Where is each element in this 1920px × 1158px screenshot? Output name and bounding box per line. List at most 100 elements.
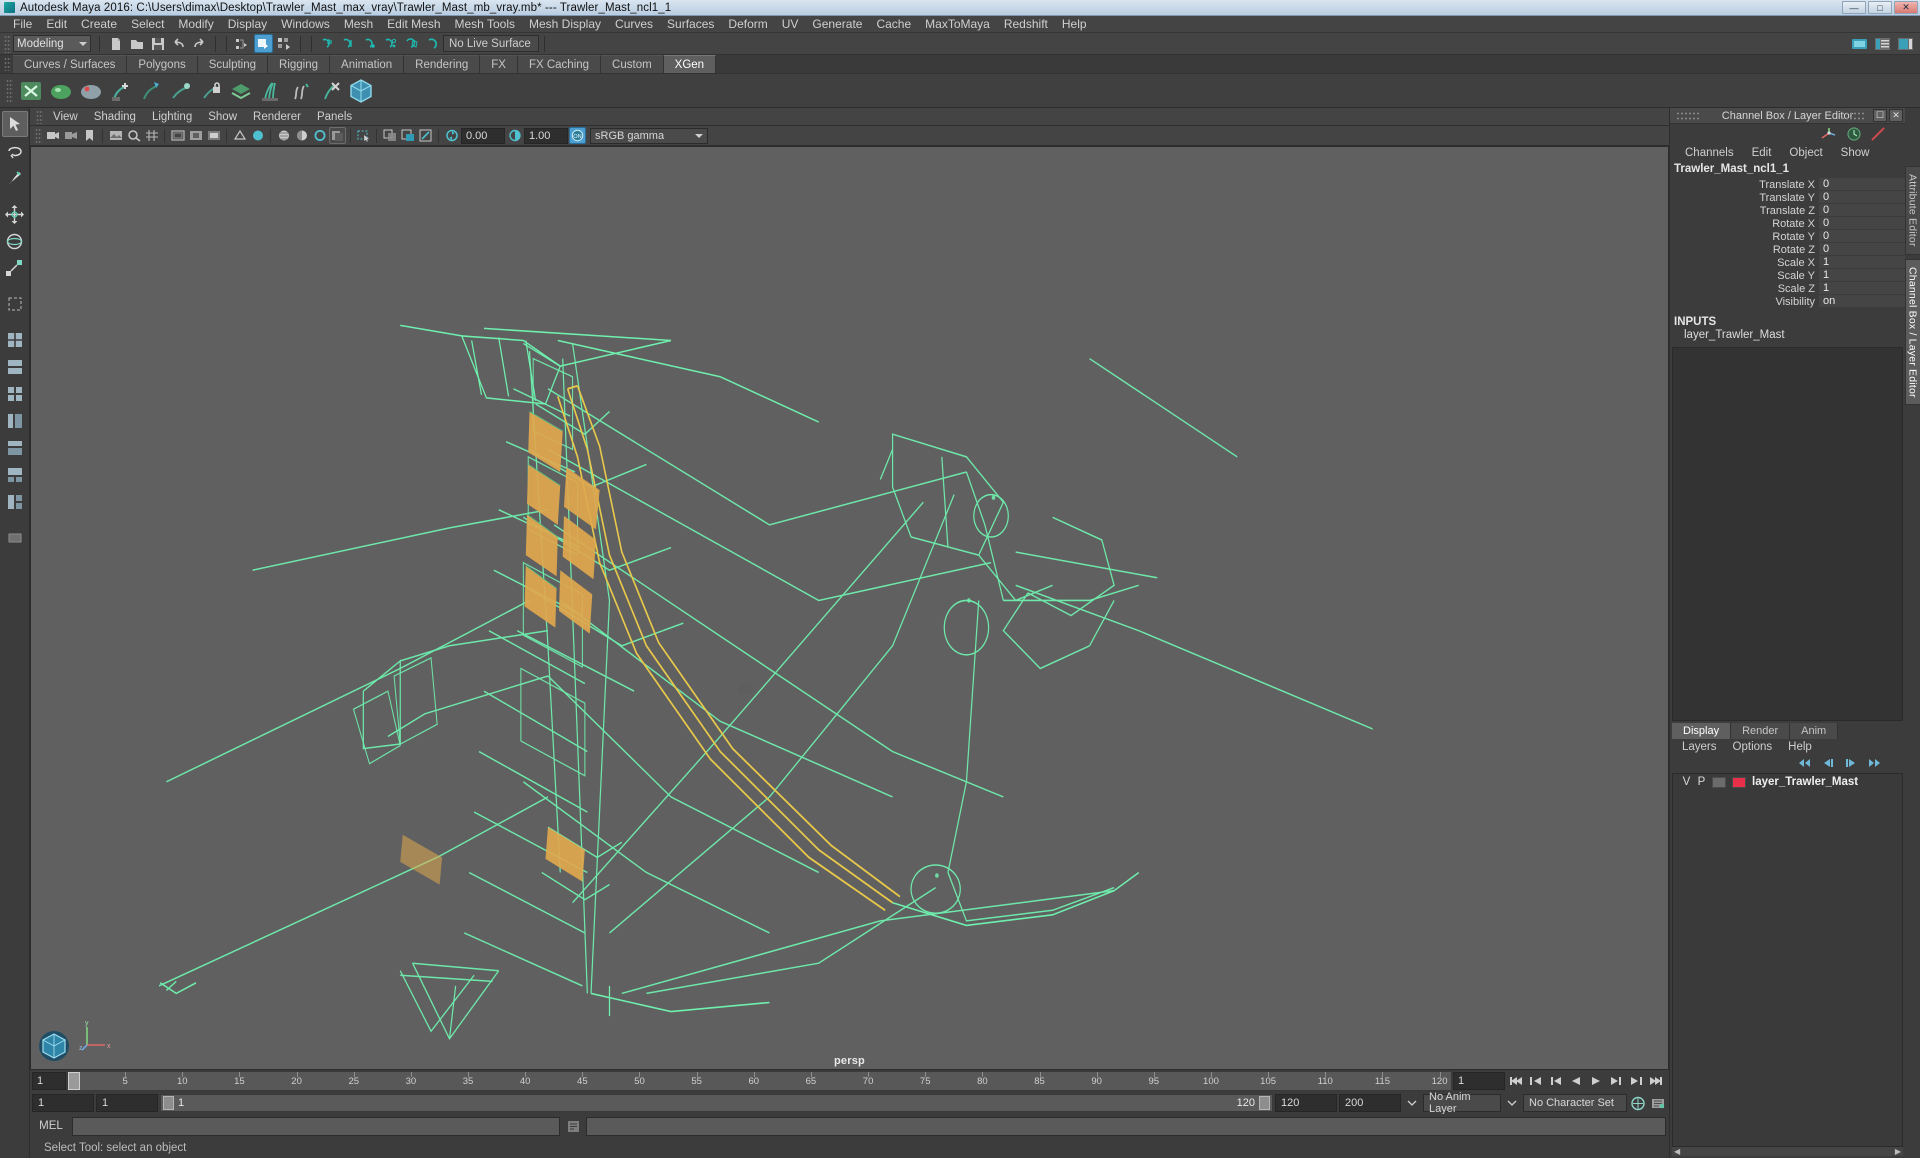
channel-value[interactable]: 0 xyxy=(1819,178,1905,191)
layout-two-pane-icon[interactable] xyxy=(2,354,28,380)
two-d-pan-zoom-icon[interactable] xyxy=(125,127,142,144)
cb-menu-channels[interactable]: Channels xyxy=(1676,147,1743,159)
play-backwards-button[interactable] xyxy=(1567,1072,1585,1090)
channel-row[interactable]: Scale Z 1 xyxy=(1670,282,1905,295)
undo-button[interactable] xyxy=(169,34,188,53)
xray-icon[interactable] xyxy=(381,127,398,144)
time-slider-start-field[interactable]: 1 xyxy=(32,1072,66,1090)
xgen-sculpt-icon[interactable] xyxy=(167,77,195,105)
xgen-description-icon[interactable] xyxy=(17,77,45,105)
gamma-icon[interactable] xyxy=(506,127,523,144)
command-help-icon[interactable] xyxy=(563,1117,583,1136)
film-gate-icon[interactable] xyxy=(169,127,186,144)
viewport-toolbar-grip[interactable] xyxy=(35,128,42,143)
menu-edit[interactable]: Edit xyxy=(39,16,74,33)
open-scene-button[interactable] xyxy=(127,34,146,53)
current-frame-field[interactable]: 1 xyxy=(1453,1072,1505,1090)
layout-single-pane-icon[interactable] xyxy=(2,327,28,353)
channel-value[interactable]: 0 xyxy=(1819,217,1905,230)
side-tab-channel-box[interactable]: Channel Box / Layer Editor xyxy=(1904,258,1920,406)
shelf-tab-xgen[interactable]: XGen xyxy=(663,55,717,73)
select-camera-icon[interactable] xyxy=(45,127,62,144)
script-language-label[interactable]: MEL xyxy=(33,1120,69,1132)
character-set-selector[interactable]: No Character Set xyxy=(1523,1094,1627,1112)
xgen-groom-layers-icon[interactable] xyxy=(227,77,255,105)
bookmark-icon[interactable] xyxy=(81,127,98,144)
make-live-icon[interactable] xyxy=(423,34,442,53)
menu-maxtomaya[interactable]: MaxToMaya xyxy=(918,16,997,33)
command-input[interactable] xyxy=(72,1116,560,1136)
layout-custom-icon[interactable] xyxy=(2,489,28,515)
scroll-right-icon[interactable]: ▶ xyxy=(1895,1147,1901,1156)
layer-visibility-toggle[interactable]: V xyxy=(1682,776,1691,788)
xray-joints-icon[interactable] xyxy=(399,127,416,144)
viewport-menu-renderer[interactable]: Renderer xyxy=(245,111,309,123)
menu-cache[interactable]: Cache xyxy=(869,16,918,33)
xgen-noise-icon[interactable] xyxy=(287,77,315,105)
command-output[interactable] xyxy=(586,1116,1666,1136)
viewport-menu-shading[interactable]: Shading xyxy=(86,111,144,123)
go-to-end-button[interactable] xyxy=(1647,1072,1665,1090)
paint-select-tool-icon[interactable] xyxy=(2,165,28,191)
gate-mask-icon[interactable] xyxy=(205,127,222,144)
layer-list-horizontal-scrollbar[interactable]: ◀ ▶ xyxy=(1672,1147,1903,1156)
snap-to-grid-icon[interactable] xyxy=(318,34,337,53)
time-slider-track[interactable]: 5 10 15 20 25 30 35 40 45 50 55 60 65 70 75 80 85 90 95 100… xyxy=(67,1071,1452,1091)
color-profile-selector[interactable]: sRGB gamma xyxy=(590,127,708,144)
layer-tab-anim[interactable]: Anim xyxy=(1790,723,1839,739)
shelf-tab-rigging[interactable]: Rigging xyxy=(268,55,331,73)
menu-deform[interactable]: Deform xyxy=(721,16,774,33)
maximize-button[interactable]: □ xyxy=(1868,1,1892,14)
channel-value[interactable]: 0 xyxy=(1819,230,1905,243)
channel-row[interactable]: Rotate Z 0 xyxy=(1670,243,1905,256)
xgen-preview-icon[interactable] xyxy=(77,77,105,105)
viewport-menu-show[interactable]: Show xyxy=(200,111,245,123)
channel-row[interactable]: Rotate X 0 xyxy=(1670,217,1905,230)
clock-icon[interactable] xyxy=(1845,126,1863,142)
auto-keyframe-toggle-icon[interactable] xyxy=(1629,1094,1647,1112)
last-tool-used-icon[interactable] xyxy=(2,291,28,317)
use-default-material-icon[interactable] xyxy=(275,127,292,144)
layer-menu-help[interactable]: Help xyxy=(1780,741,1820,753)
panel-grip-right[interactable] xyxy=(1841,110,1865,121)
exposure-field[interactable]: 0.00 xyxy=(461,127,505,144)
viewport-menu-view[interactable]: View xyxy=(45,111,86,123)
channel-value[interactable]: 1 xyxy=(1819,256,1905,269)
xgen-render-icon[interactable] xyxy=(347,77,375,105)
smooth-shade-all-icon[interactable] xyxy=(249,127,266,144)
channel-value[interactable]: 0 xyxy=(1819,191,1905,204)
toolbar-grip[interactable] xyxy=(4,34,11,53)
channel-row[interactable]: Rotate Y 0 xyxy=(1670,230,1905,243)
snap-to-view-planes-icon[interactable] xyxy=(402,34,421,53)
image-plane-icon[interactable] xyxy=(107,127,124,144)
channel-value[interactable]: 0 xyxy=(1819,204,1905,217)
cb-menu-show[interactable]: Show xyxy=(1832,147,1879,159)
scroll-left-icon[interactable]: ◀ xyxy=(1674,1147,1680,1156)
layer-playback-toggle[interactable]: P xyxy=(1697,776,1706,788)
layout-persp-graph-icon[interactable] xyxy=(2,462,28,488)
layer-menu-options[interactable]: Options xyxy=(1725,741,1781,753)
layer-row[interactable]: V P layer_Trawler_Mast xyxy=(1673,774,1902,790)
layer-menu-layers[interactable]: Layers xyxy=(1674,741,1725,753)
menu-modify[interactable]: Modify xyxy=(171,16,220,33)
minimize-button[interactable]: — xyxy=(1842,1,1866,14)
range-start-field[interactable]: 1 xyxy=(96,1094,158,1112)
channel-box-input-node[interactable]: layer_Trawler_Mast xyxy=(1670,329,1905,341)
xgen-cut-icon[interactable] xyxy=(317,77,345,105)
snap-to-point-icon[interactable] xyxy=(360,34,379,53)
xgen-lock-icon[interactable] xyxy=(197,77,225,105)
layer-color-swatch[interactable] xyxy=(1732,776,1746,788)
layer-name[interactable]: layer_Trawler_Mast xyxy=(1752,776,1858,788)
xgen-sphere-icon[interactable] xyxy=(47,77,75,105)
menu-generate[interactable]: Generate xyxy=(805,16,869,33)
layer-shading-toggle[interactable] xyxy=(1712,776,1726,788)
show-hide-editor-icon[interactable] xyxy=(1850,34,1869,53)
shelf-icons-grip[interactable] xyxy=(6,78,13,103)
live-surface-field[interactable]: No Live Surface xyxy=(443,35,539,52)
menu-mesh[interactable]: Mesh xyxy=(337,16,380,33)
select-by-object-type-button[interactable] xyxy=(254,34,273,53)
save-scene-button[interactable] xyxy=(148,34,167,53)
layer-tab-render[interactable]: Render xyxy=(1731,723,1791,739)
go-to-start-button[interactable] xyxy=(1507,1072,1525,1090)
step-forward-key-button[interactable] xyxy=(1627,1072,1645,1090)
